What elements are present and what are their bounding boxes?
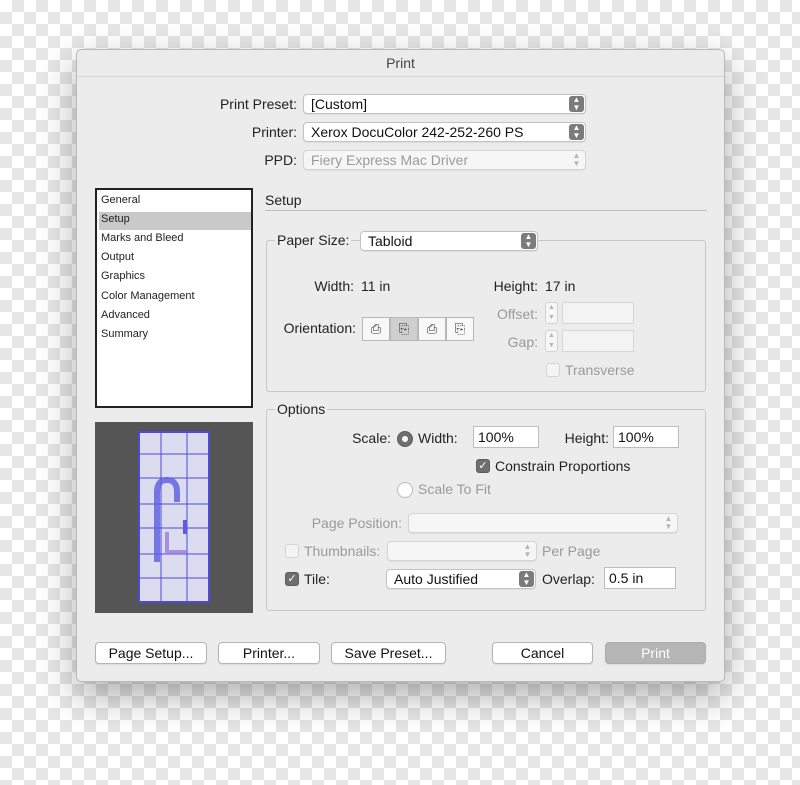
print-preview [95, 422, 253, 613]
print-preset-popup[interactable]: [Custom] ▲ ▼ [303, 94, 586, 114]
preview-tiled-page-icon [138, 431, 210, 603]
sidebar-item-graphics[interactable]: Graphics [101, 270, 145, 282]
scale-width-field[interactable]: 100% [473, 426, 539, 448]
offset-stepper[interactable]: ▲ ▼ [545, 302, 558, 324]
page-setup-button[interactable]: Page Setup... [95, 642, 207, 664]
scale-width-radio[interactable] [397, 431, 413, 447]
scale-height-field[interactable]: 100% [613, 426, 679, 448]
page-position-label: Page Position: [311, 515, 402, 531]
paper-width-value: 11 in [361, 278, 391, 294]
updown-arrows-icon: ▲ ▼ [572, 151, 581, 168]
thumbnails-label: Thumbnails: [304, 543, 381, 559]
ppd-label: PPD: [264, 152, 297, 168]
ppd-value: Fiery Express Mac Driver [311, 152, 469, 168]
print-category-list: General Setup Marks and Bleed Output Gra… [95, 188, 253, 408]
landscape-icon[interactable]: ⎘ [390, 317, 418, 341]
updown-arrows-icon: ▲ ▼ [569, 124, 584, 140]
print-dialog: Print Print Preset: [Custom] ▲ ▼ Printer:… [76, 49, 725, 682]
window-title: Print [77, 50, 724, 77]
sidebar-item-advanced[interactable]: Advanced [101, 309, 150, 321]
updown-arrows-icon: ▲ ▼ [664, 514, 673, 531]
paper-height-value: 17 in [545, 278, 576, 294]
sidebar-item-setup[interactable]: Setup [101, 213, 130, 225]
printer-button[interactable]: Printer... [218, 642, 320, 664]
updown-arrows-icon: ▲ ▼ [523, 542, 532, 559]
constrain-proportions-checkbox[interactable]: ✓ [476, 459, 490, 473]
sidebar-item-marks-and-bleed[interactable]: Marks and Bleed [101, 232, 184, 244]
gap-label: Gap: [507, 334, 538, 350]
transverse-label: Transverse [565, 362, 635, 378]
updown-arrows-icon: ▲ ▼ [521, 233, 536, 249]
overlap-label: Overlap: [542, 571, 595, 587]
print-preset-label: Print Preset: [219, 96, 297, 112]
overlap-field[interactable]: 0.5 in [604, 567, 676, 589]
sidebar-item-summary[interactable]: Summary [101, 328, 148, 340]
offset-field[interactable] [562, 302, 634, 324]
orientation-label: Orientation: [283, 320, 356, 336]
printer-value: Xerox DocuColor 242-252-260 PS [311, 124, 524, 140]
print-button[interactable]: Print [605, 642, 706, 664]
paper-size-group [266, 240, 706, 392]
paper-size-label: Paper Size: [275, 232, 352, 248]
constrain-proportions-label: Constrain Proportions [495, 458, 631, 474]
paper-size-value: Tabloid [368, 233, 413, 249]
sidebar-item-general[interactable]: General [101, 194, 140, 206]
thumbnails-popup[interactable]: ▲ ▼ [387, 541, 537, 561]
options-heading: Options [275, 401, 328, 417]
printer-popup[interactable]: Xerox DocuColor 242-252-260 PS ▲ ▼ [303, 122, 586, 142]
sidebar-item-color-management[interactable]: Color Management [101, 290, 195, 302]
scale-to-fit-label: Scale To Fit [418, 481, 491, 497]
reverse-portrait-icon[interactable]: ⎙ [418, 317, 446, 341]
transverse-checkbox[interactable] [546, 363, 560, 377]
printer-label: Printer: [251, 124, 297, 140]
updown-arrows-icon: ▲ ▼ [569, 96, 584, 112]
per-page-label: Per Page [542, 543, 601, 559]
thumbnails-checkbox[interactable] [285, 544, 299, 558]
gap-field[interactable] [562, 330, 634, 352]
offset-label: Offset: [497, 306, 538, 322]
tile-popup[interactable]: Auto Justified ▲ ▼ [386, 569, 536, 589]
paper-height-label: Height: [493, 278, 538, 294]
page-position-popup[interactable]: ▲ ▼ [408, 513, 678, 533]
scale-height-label: Height: [564, 430, 609, 446]
setup-divider [265, 210, 707, 211]
gap-stepper[interactable]: ▲ ▼ [545, 330, 558, 352]
paper-width-label: Width: [314, 278, 354, 294]
scale-to-fit-radio[interactable] [397, 482, 413, 498]
setup-heading: Setup [265, 192, 302, 208]
reverse-landscape-icon[interactable]: ⎘ [446, 317, 474, 341]
ppd-popup[interactable]: Fiery Express Mac Driver ▲ ▼ [303, 150, 586, 170]
tile-label: Tile: [304, 571, 330, 587]
tile-checkbox[interactable]: ✓ [285, 572, 299, 586]
cancel-button[interactable]: Cancel [492, 642, 593, 664]
scale-width-label: Width: [418, 430, 458, 446]
updown-arrows-icon: ▲ ▼ [519, 571, 534, 587]
tile-value: Auto Justified [394, 571, 479, 587]
scale-label: Scale: [352, 430, 391, 446]
paper-size-popup[interactable]: Tabloid ▲ ▼ [360, 231, 538, 251]
portrait-icon[interactable]: ⎙ [362, 317, 390, 341]
print-preset-value: [Custom] [311, 96, 368, 112]
save-preset-button[interactable]: Save Preset... [331, 642, 446, 664]
sidebar-item-output[interactable]: Output [101, 251, 134, 263]
